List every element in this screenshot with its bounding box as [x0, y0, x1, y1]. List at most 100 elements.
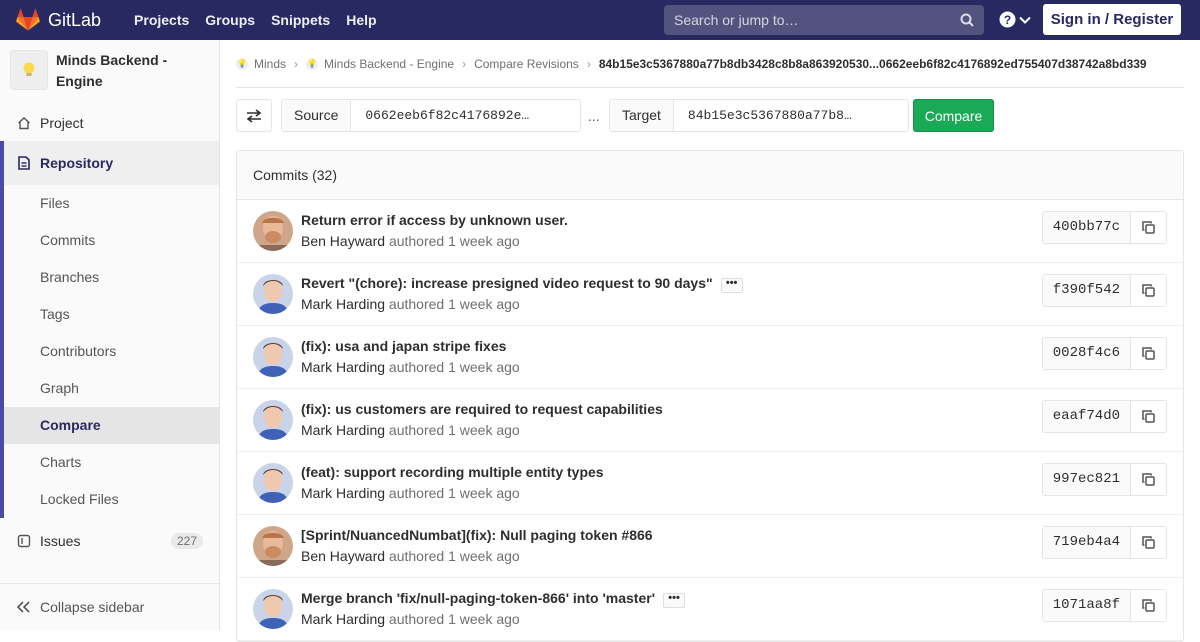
sidebar-item-project[interactable]: Project	[0, 104, 219, 141]
commit-author-link[interactable]: Mark Harding	[301, 422, 385, 438]
target-revision-dropdown[interactable]: 84b15e3c5367880a77b8…	[674, 100, 866, 131]
copy-sha-button[interactable]	[1130, 212, 1166, 243]
sidebar-item-issues[interactable]: Issues 227	[0, 522, 219, 559]
commits-header: Commits (32)	[237, 151, 1183, 200]
target-label: Target	[610, 100, 674, 131]
expand-description-button[interactable]: •••	[663, 593, 686, 608]
nav-projects[interactable]: Projects	[126, 0, 197, 40]
copy-sha-button[interactable]	[1130, 590, 1166, 621]
commit-time: 1 week ago	[448, 359, 520, 375]
author-avatar[interactable]	[253, 274, 293, 314]
commit-author-link[interactable]: Mark Harding	[301, 296, 385, 312]
commit-title-row: [Sprint/NuancedNumbat](fix): Null paging…	[301, 527, 653, 543]
commit-title-link[interactable]: Revert "(chore): increase presigned vide…	[301, 275, 713, 291]
search-input[interactable]	[664, 12, 944, 28]
project-header[interactable]: Minds Backend - Engine	[0, 40, 219, 104]
breadcrumb-minds[interactable]: 💡 Minds	[236, 57, 286, 71]
commit-title-link[interactable]: Return error if access by unknown user.	[301, 212, 568, 228]
issues-count-badge: 227	[170, 532, 203, 549]
sidebar-item-charts[interactable]: Charts	[4, 444, 219, 481]
author-avatar[interactable]	[253, 526, 293, 566]
breadcrumb: 💡 Minds › 💡 Minds Backend - Engine › Com…	[236, 40, 1184, 88]
compare-button[interactable]: Compare	[913, 99, 994, 132]
author-avatar[interactable]	[253, 463, 293, 503]
nav-snippets[interactable]: Snippets	[263, 0, 338, 40]
commit-sha-link[interactable]: f390f542	[1042, 275, 1130, 306]
commit-meta: Mark Harding authored 1 week ago	[301, 485, 520, 501]
home-icon	[16, 116, 32, 130]
commit-time: 1 week ago	[448, 422, 520, 438]
commit-sha-link[interactable]: 719eb4a4	[1042, 527, 1130, 558]
nav-help[interactable]: Help	[338, 0, 384, 40]
commit-sha-group: f390f542	[1041, 274, 1167, 307]
copy-sha-button[interactable]	[1130, 464, 1166, 495]
commits-card: Commits (32) Return error if access by u…	[236, 150, 1184, 642]
collapse-sidebar-label: Collapse sidebar	[40, 599, 145, 615]
author-avatar[interactable]	[253, 337, 293, 377]
breadcrumb-compare[interactable]: Compare Revisions	[474, 57, 579, 71]
commit-meta: Mark Harding authored 1 week ago	[301, 611, 520, 627]
commit-meta: Ben Hayward authored 1 week ago	[301, 233, 520, 249]
ellipsis-icon: •••	[725, 277, 738, 289]
commit-row: Return error if access by unknown user. B…	[237, 200, 1183, 263]
author-avatar[interactable]	[253, 400, 293, 440]
commit-title-link[interactable]: (feat): support recording multiple entit…	[301, 464, 604, 480]
commit-sha-link[interactable]: 400bb77c	[1042, 212, 1130, 243]
commit-sha-link[interactable]: 1071aa8f	[1042, 590, 1130, 621]
sidebar-item-commits[interactable]: Commits	[4, 222, 219, 259]
commit-row: (fix): us customers are required to requ…	[237, 389, 1183, 452]
sidebar-item-branches[interactable]: Branches	[4, 259, 219, 296]
sidebar-item-contributors[interactable]: Contributors	[4, 333, 219, 370]
commit-title-link[interactable]: (fix): usa and japan stripe fixes	[301, 338, 506, 354]
author-avatar[interactable]	[253, 211, 293, 251]
expand-description-button[interactable]: •••	[720, 277, 743, 293]
commit-meta: Mark Harding authored 1 week ago	[301, 296, 520, 312]
commit-title-link[interactable]: [Sprint/NuancedNumbat](fix): Null paging…	[301, 527, 653, 543]
sidebar-item-graph[interactable]: Graph	[4, 370, 219, 407]
sidebar-item-compare[interactable]: Compare	[4, 407, 219, 444]
commit-author-link[interactable]: Ben Hayward	[301, 548, 385, 564]
authored-label: authored	[388, 233, 445, 249]
commit-sha-link[interactable]: eaaf74d0	[1042, 401, 1130, 432]
commit-sha-group: 1071aa8f	[1041, 589, 1167, 622]
sidebar-item-repository[interactable]: Repository	[4, 141, 219, 185]
author-avatar[interactable]	[253, 589, 293, 629]
commit-time: 1 week ago	[448, 485, 520, 501]
breadcrumb-project[interactable]: 💡 Minds Backend - Engine	[306, 57, 454, 71]
commit-author-link[interactable]: Mark Harding	[301, 611, 385, 627]
gitlab-home-link[interactable]: GitLab	[16, 9, 101, 31]
commit-title-row: (feat): support recording multiple entit…	[301, 464, 604, 480]
commit-sha-link[interactable]: 0028f4c6	[1042, 338, 1130, 369]
project-name: Minds Backend - Engine	[55, 52, 168, 89]
commit-title-link[interactable]: Merge branch 'fix/null-paging-token-866'…	[301, 590, 655, 606]
swap-revisions-button[interactable]	[236, 99, 272, 132]
commit-author-link[interactable]: Ben Hayward	[301, 233, 385, 249]
commit-title-link[interactable]: (fix): us customers are required to requ…	[301, 401, 663, 417]
commit-time: 1 week ago	[448, 548, 520, 564]
sidebar-item-locked-files[interactable]: Locked Files	[4, 481, 219, 518]
commit-title-row: Return error if access by unknown user.	[301, 212, 568, 228]
copy-icon	[1142, 536, 1155, 549]
source-revision-dropdown[interactable]: 0662eeb6f82c4176892e…	[351, 100, 543, 131]
main-content: 💡 Minds › 💡 Minds Backend - Engine › Com…	[236, 40, 1184, 642]
copy-sha-button[interactable]	[1130, 275, 1166, 306]
sidebar-item-label: Issues	[40, 532, 81, 549]
copy-icon	[1142, 284, 1155, 297]
commit-author-link[interactable]: Mark Harding	[301, 359, 385, 375]
copy-sha-button[interactable]	[1130, 527, 1166, 558]
sidebar-item-files[interactable]: Files	[4, 185, 219, 222]
help-dropdown[interactable]: ?	[999, 11, 1031, 28]
breadcrumb-separator-icon: ›	[462, 56, 467, 71]
commit-sha-link[interactable]: 997ec821	[1042, 464, 1130, 495]
copy-sha-button[interactable]	[1130, 338, 1166, 369]
copy-sha-button[interactable]	[1130, 401, 1166, 432]
breadcrumb-current-revisions[interactable]: 84b15e3c5367880a77b8db3428c8b8a863920530…	[599, 57, 1147, 71]
project-sidebar: Minds Backend - Engine Project Repositor…	[0, 40, 220, 630]
nav-groups[interactable]: Groups	[197, 0, 263, 40]
commit-author-link[interactable]: Mark Harding	[301, 485, 385, 501]
breadcrumb-label: Minds Backend - Engine	[324, 56, 455, 71]
project-avatar	[10, 50, 48, 90]
collapse-sidebar-button[interactable]: Collapse sidebar	[0, 583, 219, 630]
sign-in-register-button[interactable]: Sign in / Register	[1043, 4, 1181, 35]
sidebar-item-tags[interactable]: Tags	[4, 296, 219, 333]
